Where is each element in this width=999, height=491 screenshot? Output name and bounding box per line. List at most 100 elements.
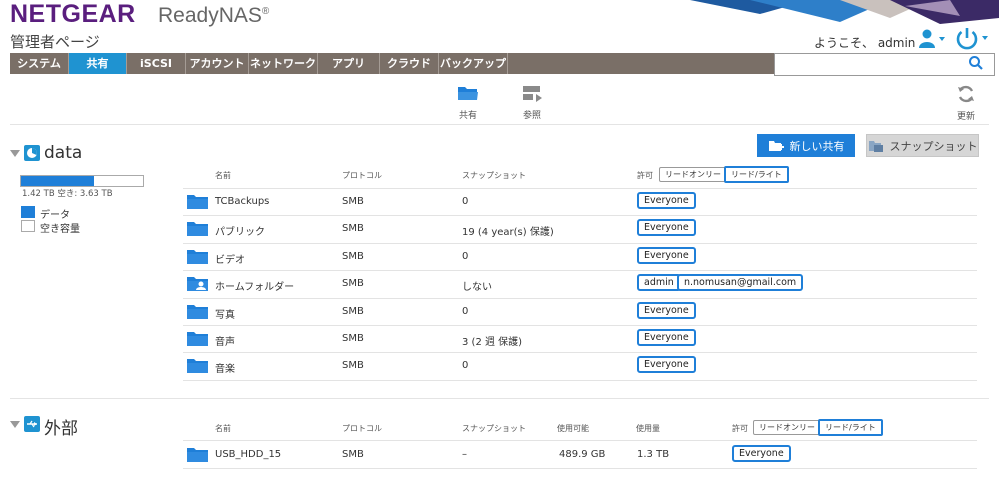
tab-accounts[interactable]: アカウント	[186, 53, 249, 74]
search-icon[interactable]	[968, 55, 984, 71]
share-name: ビデオ	[215, 255, 245, 266]
column-header-permission: 許可	[637, 171, 653, 180]
permission-badge[interactable]: Everyone	[637, 356, 696, 373]
main-nav: システム 共有 iSCSI アカウント ネットワーク アプリ クラウド バックア…	[10, 53, 774, 74]
search-input[interactable]	[774, 53, 995, 76]
folder-icon	[187, 305, 208, 319]
column-header-name: 名前	[215, 424, 231, 433]
permission-badge[interactable]: n.nomusan@gmail.com	[677, 274, 804, 291]
column-header-snapshot: スナップショット	[462, 424, 526, 433]
subnav-browse[interactable]: 参照	[516, 84, 548, 121]
home-folder-icon	[187, 277, 208, 291]
table-row[interactable]: 音楽 SMB 0 Everyone	[0, 353, 999, 379]
table-row[interactable]: USB_HDD_15 SMB – 489.9 GB 1.3 TB Everyon…	[0, 441, 999, 468]
page-subtitle: 管理者ページ	[10, 33, 100, 51]
folder-icon	[187, 332, 208, 346]
external-name: 外部	[44, 419, 78, 439]
new-share-button[interactable]: 新しい共有	[757, 134, 855, 157]
table-row[interactable]: 音声 SMB 3 (2 週 保護) Everyone	[0, 326, 999, 352]
readwrite-filter-button[interactable]: リード/ライト	[818, 419, 883, 436]
share-name: ホームフォルダー	[215, 282, 295, 293]
collapse-toggle-icon[interactable]	[10, 421, 20, 428]
table-row[interactable]: パブリック SMB 19 (4 year(s) 保護) Everyone	[0, 216, 999, 242]
table-row[interactable]: ホームフォルダー SMB しない admin n.nomusan@gmail.com	[0, 271, 999, 297]
tab-system[interactable]: システム	[10, 53, 69, 74]
readonly-filter-button[interactable]: リードオンリー	[659, 167, 727, 182]
permission-badge[interactable]: Everyone	[637, 329, 696, 346]
snapshot-label: スナップショット	[889, 139, 978, 153]
subnav-shares[interactable]: 共有	[452, 84, 484, 121]
registered-mark: ®	[261, 6, 270, 17]
usage-bar	[20, 175, 144, 187]
product-name: ReadyNAS®	[158, 4, 269, 28]
folder-icon	[187, 359, 208, 373]
column-header-protocol: プロトコル	[342, 171, 382, 180]
table-row[interactable]: ビデオ SMB 0 Everyone	[0, 244, 999, 270]
share-used: 1.3 TB	[637, 449, 670, 460]
new-folder-icon	[768, 140, 784, 151]
volume-icon	[24, 145, 40, 161]
tab-shares[interactable]: 共有	[69, 53, 127, 74]
permission-badge[interactable]: Everyone	[637, 192, 696, 209]
row-divider	[183, 468, 977, 469]
share-snapshot: 0	[462, 251, 469, 262]
folder-icon	[187, 250, 208, 264]
folder-icon	[187, 222, 208, 236]
share-name: TCBackups	[215, 196, 270, 207]
share-protocol: SMB	[342, 251, 364, 262]
column-header-used: 使用量	[636, 424, 660, 433]
power-icon	[956, 28, 988, 50]
refresh-button[interactable]: 更新	[952, 84, 980, 122]
permission-badge[interactable]: Everyone	[732, 445, 791, 462]
row-divider	[183, 380, 977, 381]
permission-badge[interactable]: admin	[637, 274, 681, 291]
share-available: 489.9 GB	[559, 449, 606, 460]
share-name: パブリック	[215, 227, 265, 238]
share-protocol: SMB	[342, 196, 364, 207]
table-row[interactable]: 写真 SMB 0 Everyone	[0, 299, 999, 325]
section-divider	[10, 398, 989, 399]
permission-badge[interactable]: Everyone	[637, 247, 696, 264]
column-header-snapshot: スナップショット	[462, 171, 526, 180]
tab-apps[interactable]: アプリ	[318, 53, 380, 74]
share-protocol: SMB	[342, 333, 364, 344]
share-name: 音声	[215, 337, 235, 348]
share-protocol: SMB	[342, 306, 364, 317]
tab-iscsi[interactable]: iSCSI	[127, 53, 186, 74]
share-name: USB_HDD_15	[215, 449, 282, 460]
browse-icon	[523, 86, 542, 102]
snapshot-button[interactable]: スナップショット	[866, 134, 979, 157]
volume-name: data	[44, 143, 83, 163]
welcome-text: ようこそ、 admin	[814, 36, 916, 50]
share-snapshot: 0	[462, 360, 469, 371]
usage-fill	[21, 176, 95, 186]
collapse-toggle-icon[interactable]	[10, 150, 20, 157]
tab-cloud[interactable]: クラウド	[380, 53, 439, 74]
permission-badge[interactable]: Everyone	[637, 302, 696, 319]
readwrite-filter-button[interactable]: リード/ライト	[724, 166, 789, 183]
chevron-down-icon	[982, 36, 988, 40]
new-share-label: 新しい共有	[789, 139, 845, 153]
column-header-protocol: プロトコル	[342, 424, 382, 433]
column-header-available: 使用可能	[557, 424, 589, 433]
product-label: ReadyNAS	[158, 4, 262, 27]
netgear-logo: NETGEAR	[10, 0, 136, 28]
chevron-down-icon	[939, 37, 945, 41]
section-divider	[10, 124, 989, 125]
permission-badge[interactable]: Everyone	[637, 219, 696, 236]
readonly-filter-button[interactable]: リードオンリー	[753, 420, 821, 435]
share-snapshot: 0	[462, 306, 469, 317]
tab-network[interactable]: ネットワーク	[249, 53, 318, 74]
usb-icon	[24, 416, 40, 432]
tab-backup[interactable]: バックアップ	[439, 53, 508, 74]
table-row[interactable]: TCBackups SMB 0 Everyone	[0, 189, 999, 215]
column-header-name: 名前	[215, 171, 231, 180]
power-menu[interactable]	[955, 27, 991, 55]
subnav-browse-label: 参照	[522, 111, 541, 121]
share-snapshot: 3 (2 週 保護)	[462, 337, 523, 348]
folder-icon	[187, 448, 208, 462]
user-menu[interactable]	[918, 29, 946, 53]
folder-open-icon	[458, 87, 478, 100]
share-protocol: SMB	[342, 223, 364, 234]
column-header-permission: 許可	[732, 424, 748, 433]
